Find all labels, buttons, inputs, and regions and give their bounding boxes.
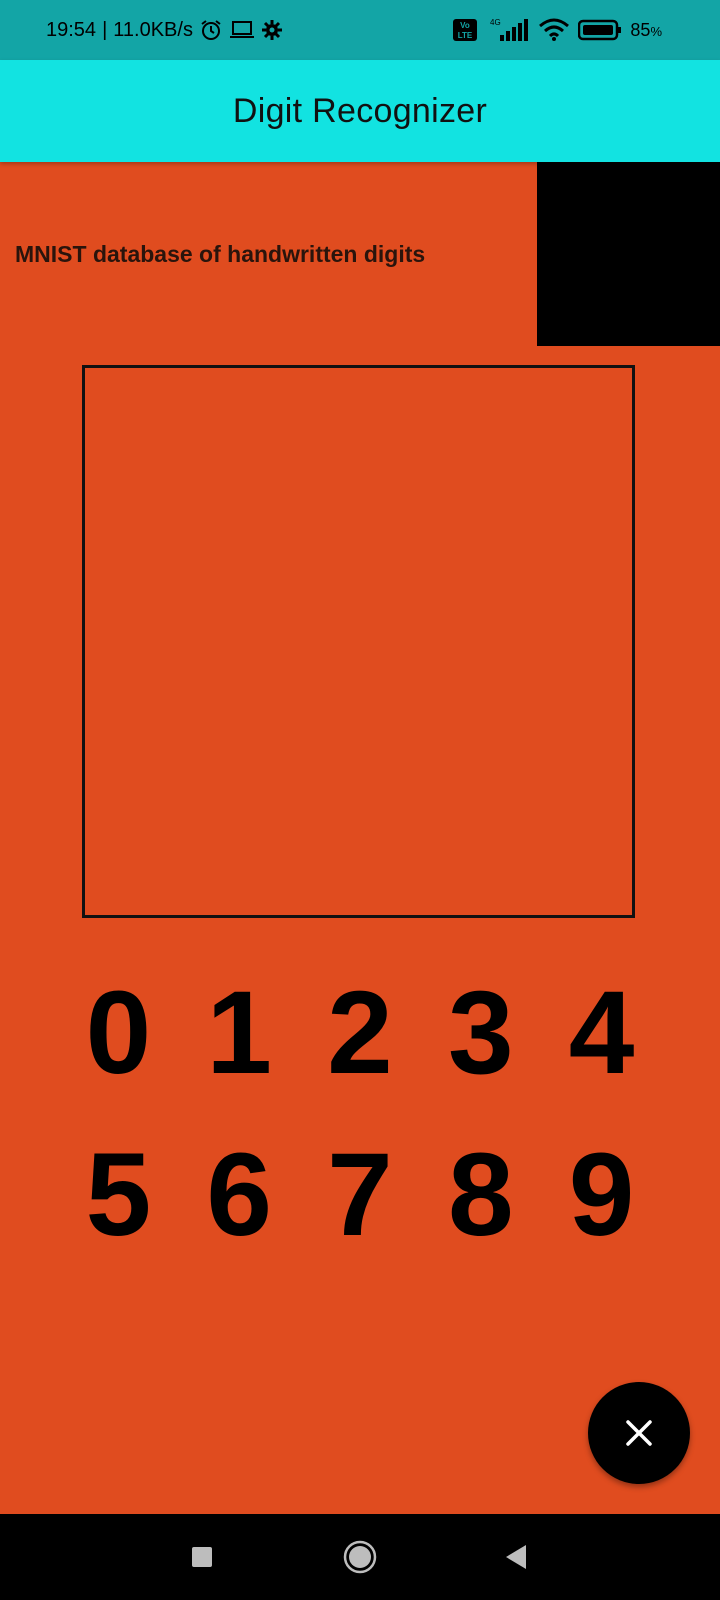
gear-icon xyxy=(261,19,283,41)
digit-grid: 0 1 2 3 4 5 6 7 8 9 xyxy=(58,952,662,1276)
drawing-canvas[interactable] xyxy=(82,365,635,918)
digit-2: 2 xyxy=(327,967,393,1099)
volte-icon: Vo LTE xyxy=(452,18,478,42)
status-right: Vo LTE 4G 85% xyxy=(452,0,662,60)
app-title: Digit Recognizer xyxy=(232,91,488,130)
main-content: MNIST database of handwritten digits 0 1… xyxy=(0,162,720,1514)
status-time: 19:54 xyxy=(46,18,97,41)
digit-9: 9 xyxy=(568,1129,635,1261)
svg-text:Vo: Vo xyxy=(461,21,471,30)
digit-5: 5 xyxy=(85,1129,152,1261)
digit-preview xyxy=(537,162,720,346)
battery-percent: 85% xyxy=(630,19,662,40)
battery-icon xyxy=(578,19,622,41)
close-icon xyxy=(624,1418,654,1448)
digit-4: 4 xyxy=(568,967,635,1099)
digit-1: 1 xyxy=(206,967,273,1099)
clear-fab-button[interactable] xyxy=(588,1382,690,1484)
svg-text:4G: 4G xyxy=(490,18,501,27)
signal-4g-icon: 4G xyxy=(486,17,530,43)
digit-8: 8 xyxy=(447,1129,514,1261)
recents-square-icon xyxy=(191,1546,213,1568)
alarm-icon xyxy=(199,18,223,42)
subtitle: MNIST database of handwritten digits xyxy=(15,241,426,267)
digit-0: 0 xyxy=(85,967,152,1099)
wifi-icon xyxy=(538,18,570,42)
back-triangle-icon xyxy=(504,1544,528,1570)
digit-7: 7 xyxy=(327,1129,393,1261)
system-nav-bar xyxy=(0,1514,720,1600)
app-bar: Digit Recognizer xyxy=(0,60,720,162)
nav-back-button[interactable] xyxy=(476,1514,556,1600)
svg-text:LTE: LTE xyxy=(458,31,473,40)
nav-recents-button[interactable] xyxy=(162,1514,242,1600)
status-speed: 11.0KB/s xyxy=(113,18,193,41)
nav-home-button[interactable] xyxy=(320,1514,400,1600)
status-separator: | xyxy=(102,18,108,41)
status-bar: 19:54 | 11.0KB/s Vo LTE 4G 85% xyxy=(0,0,720,60)
home-circle-icon xyxy=(343,1540,377,1574)
status-left: 19:54 | 11.0KB/s xyxy=(46,0,283,60)
digit-6: 6 xyxy=(206,1129,273,1261)
digit-3: 3 xyxy=(447,967,514,1099)
laptop-icon xyxy=(229,19,255,41)
